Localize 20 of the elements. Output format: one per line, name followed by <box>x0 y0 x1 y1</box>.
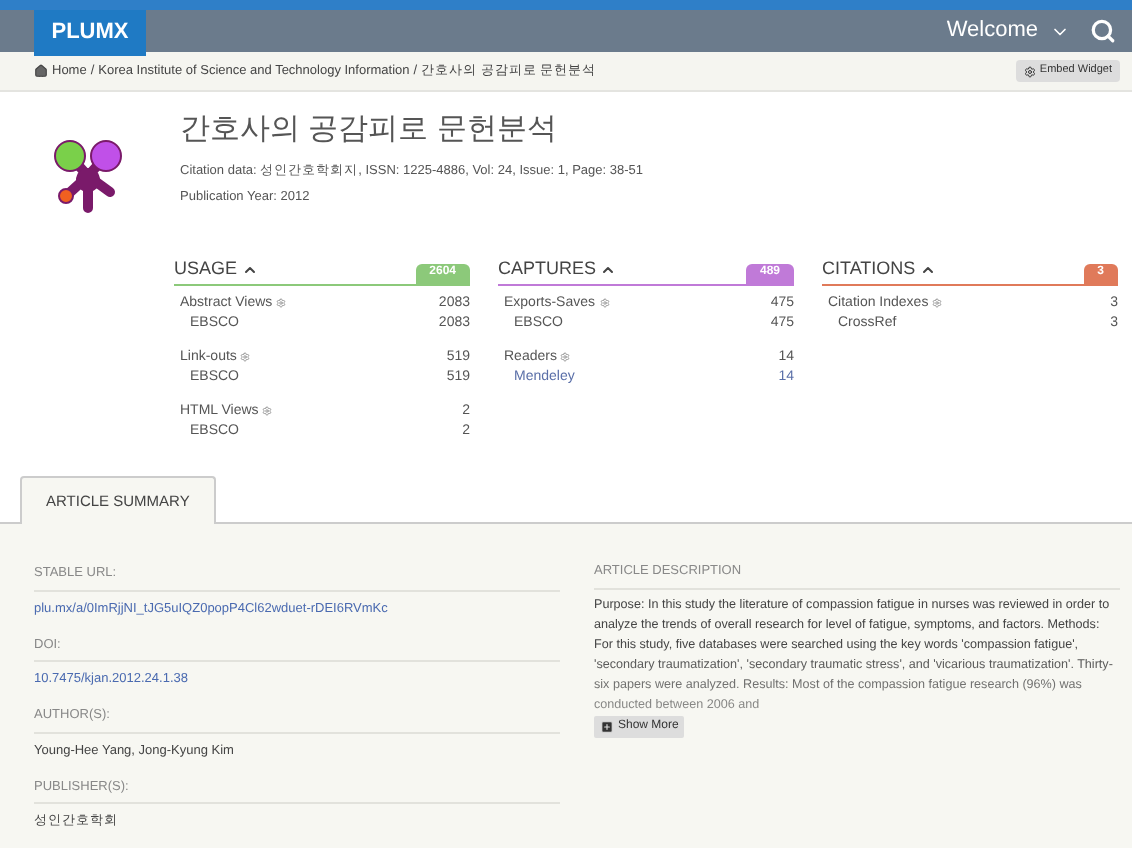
gear-icon[interactable] <box>262 406 273 417</box>
gear-icon[interactable] <box>240 352 251 363</box>
section-header[interactable]: CAPTURES <box>498 256 617 283</box>
gear-icon <box>1023 65 1036 77</box>
gear-icon[interactable] <box>276 298 287 309</box>
logo-icon <box>50 136 126 216</box>
gear-icon[interactable] <box>932 298 943 309</box>
article-title: 간호사의 공감피로 문헌분석 <box>180 112 559 148</box>
home-icon <box>34 64 48 78</box>
welcome-menu[interactable]: Welcome <box>946 14 1070 48</box>
logo[interactable]: PLUMX <box>34 10 146 56</box>
chevron-icon <box>919 261 936 278</box>
gear-icon[interactable] <box>599 298 610 309</box>
section-header[interactable]: CITATIONS <box>822 256 936 283</box>
section-header[interactable]: USAGE <box>174 256 258 283</box>
gear-icon[interactable] <box>560 352 571 363</box>
chevron-icon <box>241 261 258 278</box>
plus-icon <box>600 719 614 734</box>
chevron-icon <box>600 261 617 278</box>
search-icon[interactable] <box>1090 18 1116 44</box>
